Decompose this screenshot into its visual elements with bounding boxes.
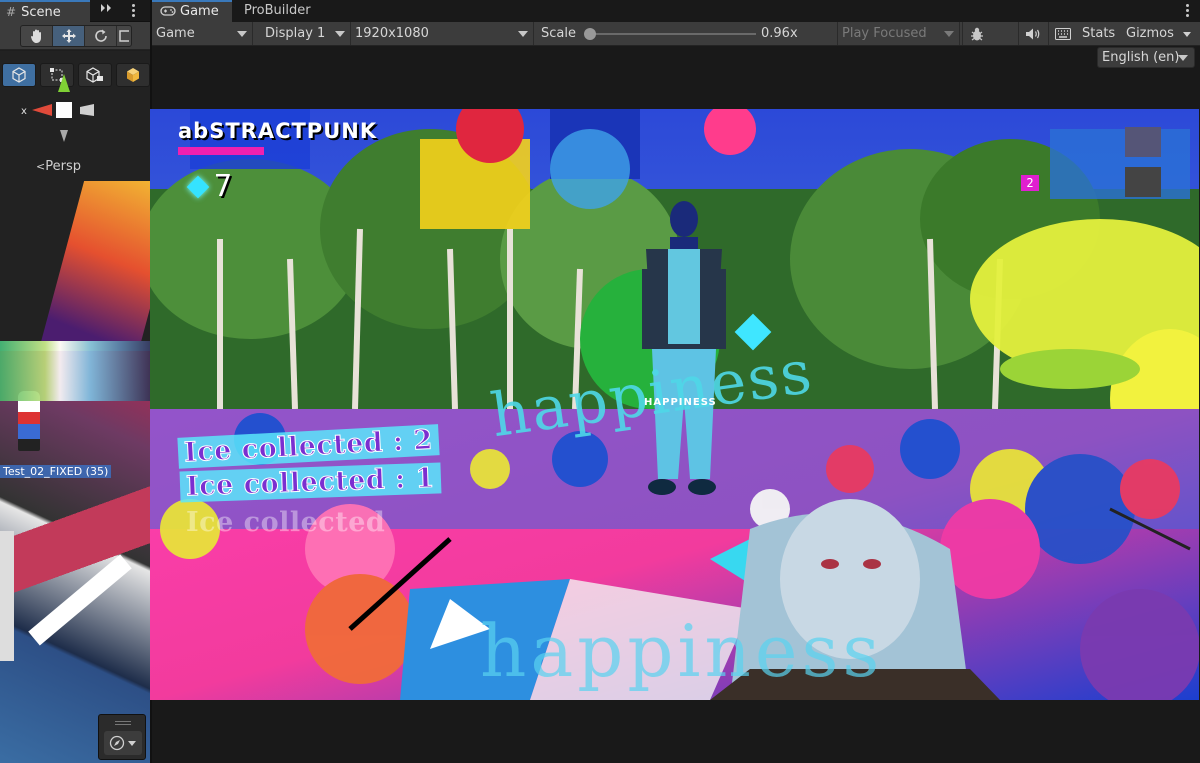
move-arrows-icon <box>61 29 76 43</box>
tab-game[interactable]: Game <box>152 0 232 22</box>
ice-collected-line-3: Ice collected <box>186 507 386 538</box>
resolution-value: 1920x1080 <box>355 26 429 41</box>
display-value: Display 1 <box>265 26 326 41</box>
chevron-down-icon <box>335 31 345 37</box>
scale-value: 0.96x <box>761 26 798 41</box>
gizmo-center[interactable] <box>56 102 72 118</box>
view-mode-value: Game <box>156 26 195 41</box>
rotate-icon <box>94 29 107 42</box>
gizmo-x-axis[interactable] <box>32 104 52 116</box>
gamepad-icon <box>160 6 176 16</box>
compass-icon <box>109 735 125 751</box>
game-panel: Game ProBuilder Game Display 1 1920x1080… <box>150 0 1200 763</box>
tab-game-label: Game <box>180 4 219 19</box>
tab-probuilder[interactable]: ProBuilder <box>236 0 319 22</box>
solid-cube-icon <box>127 68 139 82</box>
view-mode-dropdown[interactable]: Game <box>152 22 253 45</box>
gizmo-neg-y-axis[interactable] <box>60 130 68 142</box>
display-dropdown[interactable]: Display 1 <box>261 22 351 45</box>
game-tabbar: Game ProBuilder <box>152 0 1200 22</box>
scale-slider-track[interactable] <box>588 33 756 35</box>
hand-icon <box>30 29 41 43</box>
tab-scene-label: Scene <box>21 5 61 20</box>
gizmo-y-label: y <box>60 72 66 73</box>
scene-nav-overlay <box>98 714 146 760</box>
chevron-down-icon <box>1178 55 1188 61</box>
rect-icon <box>119 30 129 42</box>
rotate-tool-button[interactable] <box>85 26 117 46</box>
title-underline <box>178 147 264 155</box>
drag-handle[interactable] <box>115 721 131 725</box>
game-viewport[interactable]: abSTRACTPUNK 7 2 happiness HAPPINESS hap… <box>150 109 1199 700</box>
play-mode-value: Play Focused <box>842 26 927 41</box>
tab-scene[interactable]: # Scene <box>0 0 90 22</box>
keyboard-icon <box>1054 27 1071 40</box>
rect-tool-button[interactable] <box>117 26 131 46</box>
scene-menu-icon[interactable] <box>128 3 138 19</box>
debug-button[interactable] <box>962 22 990 45</box>
persp-icon: < <box>36 160 46 173</box>
bug-icon <box>970 27 983 40</box>
gizmo-x-label: x <box>21 106 27 117</box>
counter-badge: 2 <box>1021 175 1039 191</box>
shirt-text: HAPPINESS <box>644 397 717 408</box>
pivot-button[interactable] <box>116 63 150 87</box>
tab-probuilder-label: ProBuilder <box>244 3 311 18</box>
scene-panel: # Scene x <Persp Test_02_FIXED (35) <box>0 0 150 763</box>
mute-audio-button[interactable] <box>1018 22 1046 45</box>
scene-toolbar <box>0 22 150 50</box>
hand-tool-button[interactable] <box>21 26 53 46</box>
play-mode-dropdown[interactable]: Play Focused <box>837 22 960 45</box>
stats-button[interactable]: Stats <box>1082 22 1115 45</box>
game-toolbar: Game Display 1 1920x1080 Scale 0.96x Pla… <box>152 22 1200 46</box>
scene-tabbar: # Scene <box>0 0 150 22</box>
game-menu-icon[interactable] <box>1182 3 1192 19</box>
resolution-dropdown[interactable]: 1920x1080 <box>351 22 534 45</box>
scene-geometry <box>35 181 150 361</box>
gizmo-neg-x-axis[interactable] <box>80 104 94 116</box>
chevron-down-icon <box>518 31 528 37</box>
projection-toggle[interactable]: <Persp <box>36 159 81 174</box>
chevron-down-icon <box>1183 31 1191 37</box>
transform-tools <box>20 25 132 47</box>
speaker-icon <box>1025 28 1039 39</box>
gem-count: 7 <box>214 169 233 204</box>
grid-icon: # <box>6 5 17 19</box>
chevron-down-icon <box>944 31 954 37</box>
language-value: English (en) <box>1102 50 1180 65</box>
gizmos-button[interactable]: Gizmos <box>1126 22 1174 45</box>
selected-object-label: Test_02_FIXED (35) <box>0 465 112 478</box>
chevron-down-icon <box>128 741 136 746</box>
scene-trees <box>0 341 150 401</box>
shortcuts-button[interactable] <box>1048 22 1076 45</box>
gizmo-y-axis[interactable] <box>58 74 70 92</box>
happiness-text-bottom: happiness <box>480 609 884 693</box>
game-title: abSTRACTPUNK <box>178 119 378 143</box>
gizmos-dropdown[interactable] <box>1176 22 1198 45</box>
scale-slider-thumb[interactable] <box>584 28 596 40</box>
scene-orientation-gizmo[interactable]: x y <box>14 72 114 142</box>
scale-label: Scale <box>541 26 576 41</box>
orbit-dropdown-button[interactable] <box>104 731 142 755</box>
road-marking <box>0 531 14 661</box>
move-tool-button[interactable] <box>53 26 85 46</box>
persp-label: Persp <box>45 159 81 174</box>
scene-viewport[interactable] <box>0 51 150 763</box>
language-dropdown[interactable]: English (en) <box>1097 47 1195 68</box>
expand-arrows-icon[interactable] <box>96 0 122 22</box>
chevron-down-icon <box>237 31 247 37</box>
